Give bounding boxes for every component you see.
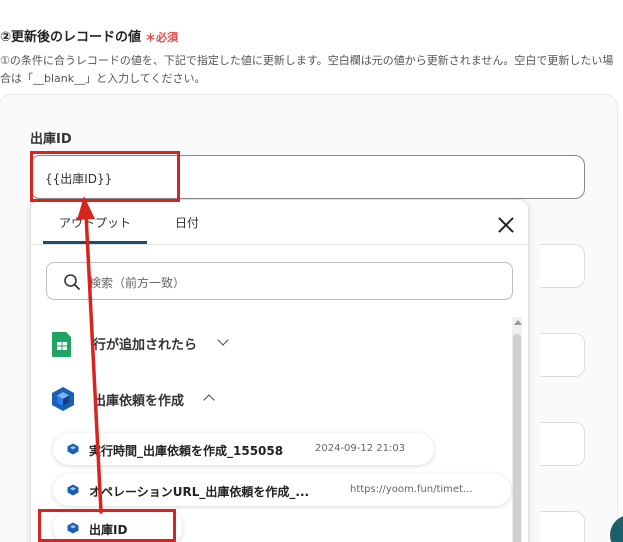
field-label: 出庫ID [30,132,72,147]
divider [31,244,528,245]
chevron-up-icon [203,394,215,406]
group-row-added[interactable]: 行が追加されたら [51,330,229,362]
output-item[interactable]: 実行時間_出庫依頼を作成_155058 2024-09-12 21:03 [53,433,434,465]
tab-output[interactable]: アウトプット [59,214,131,231]
group-label: 出庫依頼を作成 [93,394,185,409]
required-mark: ＊必須 [145,31,179,44]
search-field[interactable]: 検索（前方一致） [46,262,513,300]
section-title-text: ②更新後のレコードの値 [0,30,142,45]
search-icon [64,274,80,290]
output-item-value: 2024-09-12 21:03 [315,443,406,454]
section-title: ②更新後のレコードの値 ＊必須 [0,26,178,45]
chevron-down-icon [217,334,229,346]
output-item[interactable]: オペレーションURL_出庫依頼を作成_... https://yoom.fun/… [53,474,511,506]
cube-app-icon [67,484,79,496]
output-picker-popover: アウトプット 日付 検索（前方一致） 行が追加されたら 出庫依頼を作成 実行時間… [30,199,529,542]
scrollbar-thumb[interactable] [513,334,521,542]
form-input-4[interactable] [540,422,585,466]
output-item-name: オペレーションURL_出庫依頼を作成_... [89,485,310,499]
highlight-box-input [30,151,180,202]
google-sheets-icon [52,332,71,357]
output-item-name: 実行時間_出庫依頼を作成_155058 [89,444,284,458]
scroll-up-arrow-icon[interactable] [514,320,522,325]
output-item-value: https://yoom.fun/timet... [350,484,473,495]
search-placeholder: 検索（前方一致） [89,276,186,290]
group-create-shipping-request[interactable]: 出庫依頼を作成 [51,386,215,416]
close-icon[interactable] [495,214,517,236]
section-description: ①の条件に合うレコードの値を、下記で指定した値に更新します。空白欄は元の値から更… [0,54,614,85]
tab-date[interactable]: 日付 [175,214,199,231]
form-input-3[interactable] [540,333,585,377]
form-input-2[interactable] [540,244,585,288]
highlight-box-item [38,509,176,542]
cube-app-icon [67,443,79,455]
cube-app-icon [52,387,74,411]
group-label: 行が追加されたら [93,338,198,353]
form-input-5[interactable] [540,511,585,542]
